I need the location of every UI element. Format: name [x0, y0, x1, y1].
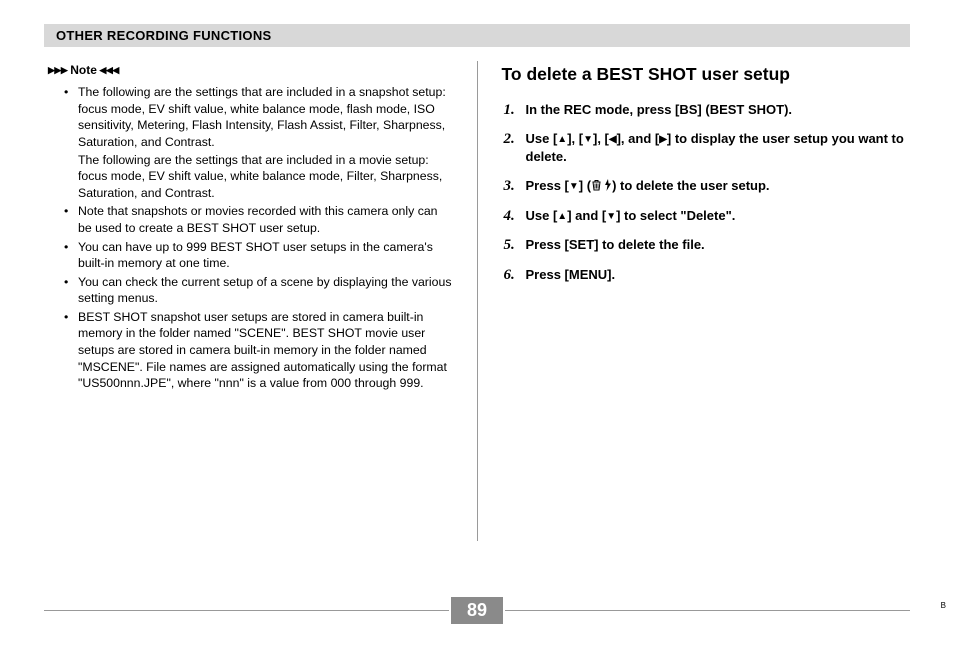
- page-footer: 89 B: [44, 597, 910, 624]
- down-arrow-icon: ▼: [583, 133, 593, 147]
- left-column: ▶▶▶ Note ▶▶▶ The following are the setti…: [44, 61, 453, 541]
- step-item: Press [SET] to delete the file.: [504, 236, 911, 254]
- step-text: Use [: [526, 208, 558, 223]
- note-label-row: ▶▶▶ Note ▶▶▶: [48, 62, 119, 78]
- column-divider: [477, 61, 478, 541]
- note-item: The following are the settings that are …: [70, 84, 453, 201]
- step-item: In the REC mode, press [BS] (BEST SHOT).: [504, 101, 911, 119]
- step-text: ] to select "Delete".: [616, 208, 735, 223]
- note-text: You can check the current setup of a sce…: [78, 275, 451, 306]
- up-arrow-icon: ▲: [557, 133, 567, 147]
- footer-mark: B: [941, 601, 946, 610]
- note-text: The following are the settings that are …: [78, 85, 446, 149]
- step-item: Use [▲] and [▼] to select "Delete".: [504, 207, 911, 225]
- note-deco-left-icon: ▶▶▶: [48, 64, 67, 76]
- section-header: OTHER RECORDING FUNCTIONS: [44, 24, 910, 47]
- note-item: You can have up to 999 BEST SHOT user se…: [70, 239, 453, 272]
- procedure-steps: In the REC mode, press [BS] (BEST SHOT).…: [502, 101, 911, 284]
- note-text: The following are the settings that are …: [78, 152, 453, 202]
- down-arrow-icon: ▼: [606, 210, 616, 224]
- step-item: Use [▲], [▼], [◀], and [▶] to display th…: [504, 130, 911, 165]
- two-column-layout: ▶▶▶ Note ▶▶▶ The following are the setti…: [44, 61, 910, 541]
- note-item: You can check the current setup of a sce…: [70, 274, 453, 307]
- step-text: Press [MENU].: [526, 267, 616, 282]
- step-text: ] and [: [567, 208, 606, 223]
- note-item: Note that snapshots or movies recorded w…: [70, 203, 453, 236]
- note-text: Note that snapshots or movies recorded w…: [78, 204, 438, 235]
- step-text: ], [: [567, 131, 583, 146]
- trash-icon: [591, 179, 602, 191]
- step-text: Use [: [526, 131, 558, 146]
- step-item: Press [MENU].: [504, 266, 911, 284]
- note-text: BEST SHOT snapshot user setups are store…: [78, 310, 447, 390]
- page-number: 89: [451, 597, 503, 624]
- footer-rule-left: [44, 610, 449, 611]
- note-text: You can have up to 999 BEST SHOT user se…: [78, 240, 433, 271]
- down-arrow-icon: ▼: [569, 180, 579, 194]
- step-text: Press [: [526, 178, 569, 193]
- note-label-text: Note: [70, 62, 97, 78]
- note-item: BEST SHOT snapshot user setups are store…: [70, 309, 453, 392]
- footer-line: 89: [44, 597, 910, 624]
- note-list: The following are the settings that are …: [44, 84, 453, 392]
- step-text: ] (: [579, 178, 591, 193]
- step-text: ], and [: [617, 131, 660, 146]
- manual-page: OTHER RECORDING FUNCTIONS ▶▶▶ Note ▶▶▶ T…: [0, 0, 954, 585]
- left-arrow-icon: ◀: [609, 133, 617, 147]
- right-column: To delete a BEST SHOT user setup In the …: [502, 61, 911, 541]
- step-text: ) to delete the user setup.: [612, 178, 769, 193]
- up-arrow-icon: ▲: [557, 210, 567, 224]
- trash-flash-icons: [591, 179, 612, 191]
- step-text: ], [: [593, 131, 609, 146]
- footer-rule-right: [505, 610, 910, 611]
- procedure-title: To delete a BEST SHOT user setup: [502, 63, 911, 87]
- note-deco-right-icon: ▶▶▶: [100, 64, 119, 76]
- flash-icon: [604, 179, 612, 191]
- step-item: Press [▼] ( ) to delete the user setup.: [504, 177, 911, 195]
- step-text: Press [SET] to delete the file.: [526, 237, 705, 252]
- step-text: In the REC mode, press [BS] (BEST SHOT).: [526, 102, 793, 117]
- right-arrow-icon: ▶: [659, 133, 667, 147]
